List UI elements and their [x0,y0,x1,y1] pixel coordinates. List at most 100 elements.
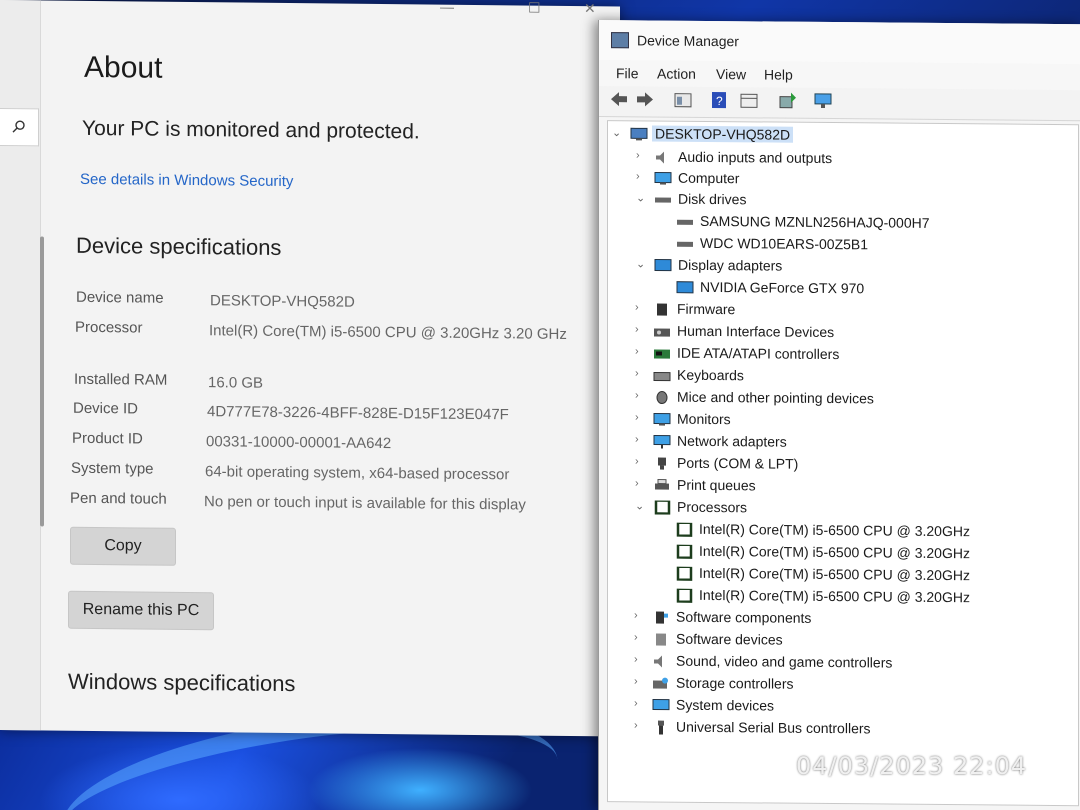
search-box[interactable] [0,108,39,147]
menu-help[interactable]: Help [764,66,793,82]
spec-row-device-id: Device ID 4D777E78-3226-4BFF-828E-D15F12… [73,400,593,424]
software-device-icon [656,633,666,646]
tree-item-label: Processors [677,498,748,516]
network-icon [653,434,671,449]
windows-security-link[interactable]: See details in Windows Security [80,171,293,190]
tree-item-label: Storage controllers [676,674,794,692]
tree-item-label: Software components [676,608,812,626]
chevron-right-icon[interactable]: › [635,433,645,445]
back-arrow-icon[interactable] [609,90,629,108]
copy-button[interactable]: Copy [70,526,176,566]
spec-row-product-id: Product ID 00331-10000-00001-AA642 [72,430,592,452]
tree-child-label: WDC WD10EARS-00Z5B1 [700,234,869,253]
tree-item-label: Firmware [677,300,736,318]
processor-icon [676,544,693,559]
disk-icon [655,197,671,203]
tree-item-label: Display adapters [678,256,783,274]
scrollbar[interactable] [40,236,44,527]
properties-icon[interactable] [673,91,693,109]
help-icon[interactable]: ? [709,91,729,109]
menu-action[interactable]: Action [657,66,696,82]
chevron-right-icon[interactable]: › [634,653,644,665]
spec-label: Device name [76,288,164,307]
device-tree: ⌄ DESKTOP-VHQ582D › Audio inputs and out… [607,120,1079,807]
controller-icon [654,349,670,359]
chevron-down-icon[interactable]: ⌄ [612,126,622,139]
speaker-icon [656,151,664,164]
svg-text:?: ? [716,94,723,108]
chevron-right-icon[interactable]: › [634,631,644,643]
chevron-right-icon[interactable]: › [634,609,644,621]
spec-row-pen-touch: Pen and touch No pen or touch input is a… [70,490,610,514]
tree-item-label: Universal Serial Bus controllers [676,718,871,737]
tree-root-label: DESKTOP-VHQ582D [652,125,794,143]
keyboard-icon [653,371,671,382]
spec-label: Device ID [73,399,139,418]
minimize-button[interactable]: — [440,0,454,15]
software-icon [656,611,668,624]
system-icon [652,698,670,711]
spec-value: No pen or touch input is available for t… [204,493,526,514]
settings-window: — ☐ ✕ About Your PC is monitored and pro… [0,0,620,737]
speaker-icon [654,655,662,668]
spec-row-processor: Processor Intel(R) Core(TM) i5-6500 CPU … [75,319,595,343]
menu-file[interactable]: File [616,65,639,81]
windows-specs-heading: Windows specifications [68,668,296,697]
tree-item-label: Network adapters [677,432,787,450]
tree-item-label: Ports (COM & LPT) [677,454,799,472]
tree-root[interactable]: ⌄ DESKTOP-VHQ582D [612,125,812,147]
hid-icon [654,328,670,337]
disk-icon [677,241,693,247]
chevron-right-icon[interactable]: › [635,367,645,379]
spec-row-system-type: System type 64-bit operating system, x64… [71,460,591,484]
tree-item-label: Human Interface Devices [677,322,835,341]
tree-item-label: Audio inputs and outputs [678,148,833,167]
spec-value: 4D777E78-3226-4BFF-828E-D15F123E047F [207,403,509,424]
spec-label: Product ID [72,429,143,448]
mouse-icon [656,391,668,405]
processor-icon [676,588,693,603]
port-icon [658,457,666,470]
tree-item-label: Mice and other pointing devices [677,388,874,407]
chevron-right-icon[interactable]: › [635,345,645,357]
spec-label: System type [71,459,154,478]
menu-view[interactable]: View [716,66,746,82]
chevron-right-icon[interactable]: › [635,455,645,467]
tree-child-label: Intel(R) Core(TM) i5-6500 CPU @ 3.20GHz [699,586,970,606]
chevron-right-icon[interactable]: › [634,719,644,731]
chevron-right-icon[interactable]: › [635,389,645,401]
monitor-icon [653,412,671,426]
monitor-icon [654,171,672,185]
spec-row-ram: Installed RAM 16.0 GB [74,371,594,392]
chevron-right-icon[interactable]: › [635,323,645,335]
tree-item-label: Keyboards [677,366,744,384]
scan-hardware-icon[interactable] [813,92,833,110]
processor-icon [654,500,671,515]
forward-arrow-icon[interactable] [635,90,655,108]
chevron-right-icon[interactable]: › [634,675,644,687]
chevron-right-icon[interactable]: › [635,301,645,313]
view-icon[interactable] [739,91,759,109]
maximize-button[interactable]: ☐ [528,0,541,17]
tree-item-label: Software devices [676,630,783,648]
chevron-down-icon[interactable]: ⌄ [636,191,646,204]
update-driver-icon[interactable] [777,92,797,110]
chevron-right-icon[interactable]: › [636,149,646,161]
usb-icon [658,720,664,735]
tree-child-label: NVIDIA GeForce GTX 970 [700,278,865,297]
chevron-right-icon[interactable]: › [636,170,646,182]
tree-item-label: IDE ATA/ATAPI controllers [677,344,840,363]
display-adapter-icon [676,281,694,294]
chevron-down-icon[interactable]: ⌄ [636,257,646,270]
processor-icon [676,566,693,581]
device-specs-heading: Device specifications [76,232,282,260]
chevron-right-icon[interactable]: › [635,477,645,489]
close-button[interactable]: ✕ [584,0,596,17]
chevron-right-icon[interactable]: › [634,697,644,709]
chevron-right-icon[interactable]: › [635,411,645,423]
storage-icon [653,677,668,689]
printer-icon [655,479,669,490]
rename-pc-button[interactable]: Rename this PC [68,590,214,631]
device-manager-window: Device Manager File Action View Help ? ⌄… [598,20,1080,810]
chevron-down-icon[interactable]: ⌄ [635,499,645,512]
